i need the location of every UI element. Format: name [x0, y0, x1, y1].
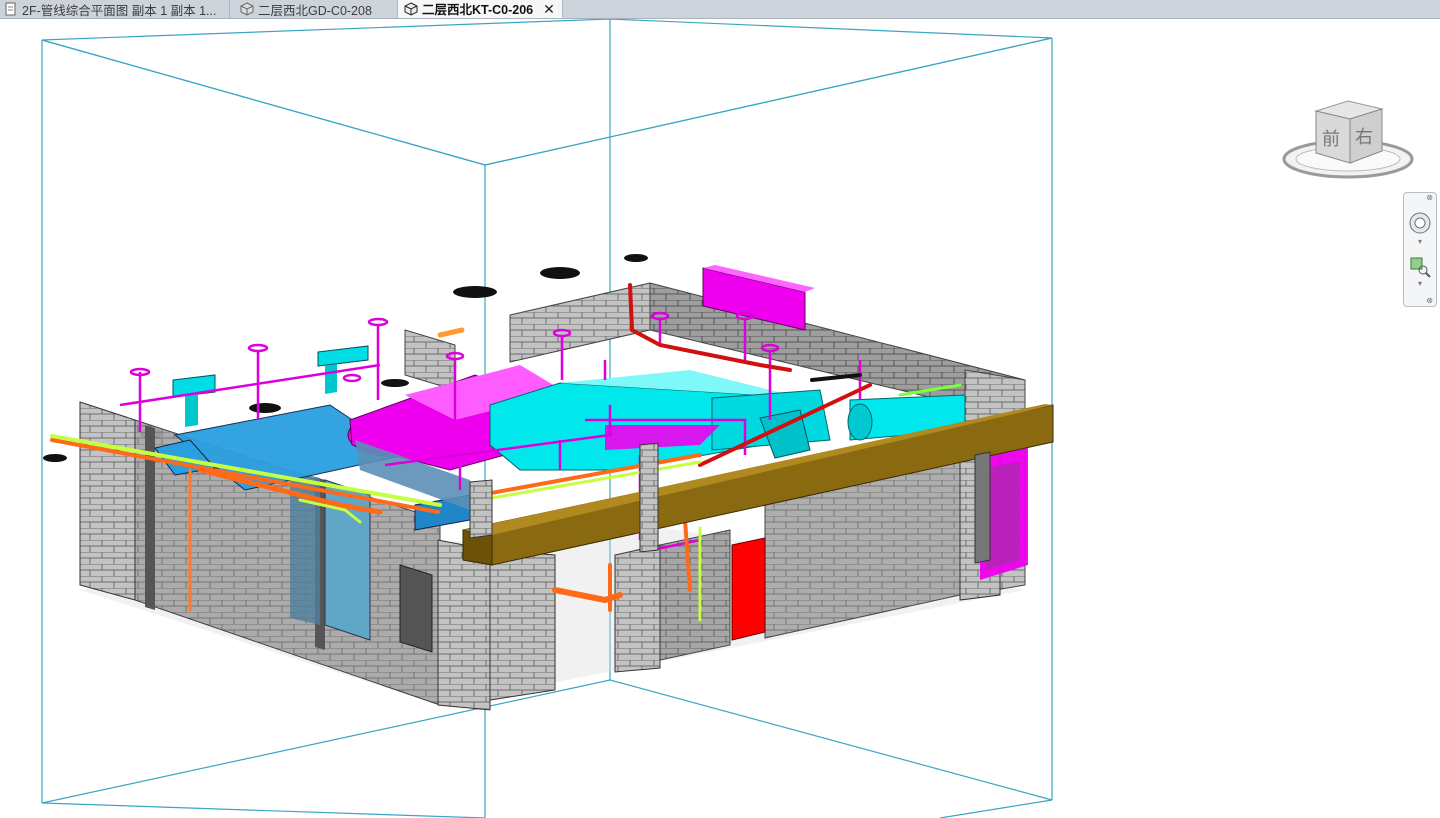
tab-label: 2F-管线综合平面图 副本 1 副本 1...: [22, 3, 217, 18]
view-cube-front-label[interactable]: 前: [1322, 125, 1340, 151]
3d-view-icon: [240, 2, 254, 16]
tab-label: 二层西北GD-C0-208: [258, 3, 372, 18]
zoom-region-icon[interactable]: [1408, 255, 1432, 279]
options-icon[interactable]: ⊗: [1426, 296, 1433, 305]
3d-view-icon: [404, 1, 418, 16]
plan-view-icon: [4, 2, 18, 16]
close-nav-icon[interactable]: ⊗: [1426, 193, 1433, 202]
chevron-down-icon[interactable]: ▾: [1418, 237, 1422, 246]
tab-3d-view-kt[interactable]: 二层西北KT-C0-206 ✕: [398, 0, 563, 18]
steering-wheel-icon[interactable]: [1408, 211, 1432, 235]
view-cube[interactable]: 前 右: [1276, 97, 1420, 187]
3d-model-scene[interactable]: [0, 19, 1440, 818]
navigation-bar: ⊗ ▾ ▾ ⊗: [1403, 192, 1437, 307]
view-cube-right-label[interactable]: 右: [1355, 123, 1373, 149]
tab-3d-view-gd[interactable]: 二层西北GD-C0-208: [230, 0, 398, 18]
red-door: [731, 537, 766, 641]
3d-viewport[interactable]: 前 右 ⊗ ▾ ▾ ⊗: [0, 19, 1440, 818]
tab-label: 二层西北KT-C0-206: [422, 3, 534, 17]
view-tab-bar: 2F-管线综合平面图 副本 1 副本 1... 二层西北GD-C0-208 二层…: [0, 0, 1440, 19]
close-tab-button[interactable]: ✕: [543, 2, 555, 16]
tab-plan-view[interactable]: 2F-管线综合平面图 副本 1 副本 1...: [0, 0, 230, 18]
chevron-down-icon[interactable]: ▾: [1418, 279, 1422, 288]
